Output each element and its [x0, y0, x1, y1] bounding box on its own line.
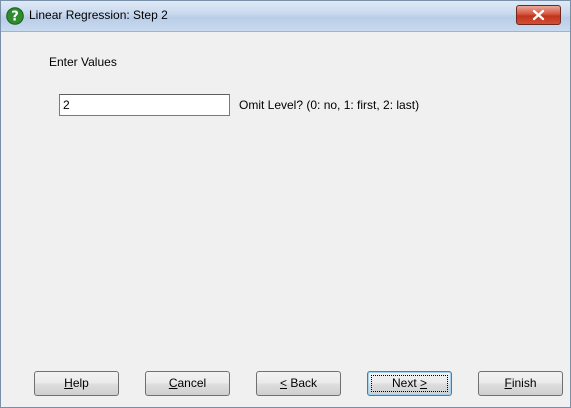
next-label: Next	[391, 376, 420, 390]
finish-button[interactable]: Finish	[478, 371, 563, 396]
back-button[interactable]: < Back	[256, 371, 341, 396]
cancel-button[interactable]: Cancel	[145, 371, 230, 396]
dialog-window: ? Linear Regression: Step 2 Enter Values…	[0, 0, 571, 408]
section-label: Enter Values	[49, 55, 117, 69]
cancel-label: ancel	[177, 376, 207, 390]
omit-level-label: Omit Level? (0: no, 1: first, 2: last)	[239, 98, 420, 112]
dialog-client-area: Enter Values Omit Level? (0: no, 1: firs…	[1, 32, 570, 407]
window-title: Linear Regression: Step 2	[29, 8, 168, 22]
finish-mnemonic: F	[504, 376, 512, 390]
svg-text:?: ?	[11, 10, 19, 25]
finish-label: inish	[511, 376, 537, 390]
next-button[interactable]: Next >	[367, 371, 452, 396]
back-label: Back	[287, 376, 318, 390]
back-mnemonic: <	[279, 376, 287, 390]
omit-level-input[interactable]	[59, 94, 230, 116]
next-mnemonic: >	[420, 376, 428, 390]
title-bar[interactable]: ? Linear Regression: Step 2	[1, 1, 570, 32]
help-button[interactable]: Help	[34, 371, 119, 396]
close-button[interactable]	[516, 5, 561, 25]
help-label: elp	[72, 376, 89, 390]
help-mnemonic: H	[64, 376, 73, 390]
question-icon: ?	[6, 7, 24, 25]
